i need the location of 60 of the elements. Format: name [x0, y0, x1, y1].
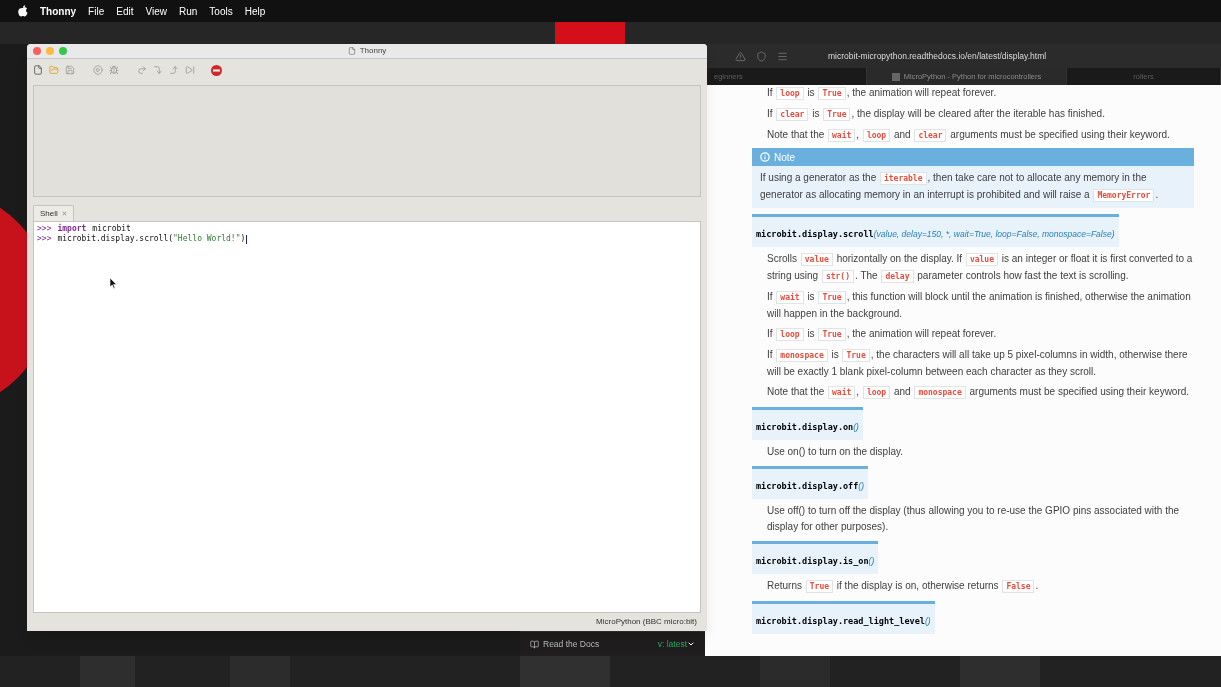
paragraph: Returns True if the display is on, otherwise returns False . — [766, 579, 1040, 595]
shield-icon[interactable] — [756, 50, 767, 62]
close-button[interactable] — [33, 47, 41, 55]
menu-item[interactable]: File — [88, 3, 105, 19]
book-icon — [530, 639, 539, 649]
function-signature: microbit.display.is_on() — [752, 541, 879, 574]
footer-label: Read the Docs — [543, 637, 600, 651]
apple-icon[interactable] — [18, 5, 28, 17]
paragraph: Note that the wait , loop and monospace arguments must be specified using their keyword. — [766, 385, 1191, 401]
window-title: Thonny — [359, 45, 387, 57]
status-text: MicroPython (BBC micro:bit) — [596, 616, 697, 628]
rtd-footer[interactable]: Read the Docs v: latest — [520, 632, 705, 656]
step-into-icon[interactable] — [153, 65, 163, 75]
menu-item[interactable]: Tools — [209, 3, 233, 19]
address-bar[interactable]: microbit-micropython.readthedocs.io/en/latest/display.html — [828, 49, 1047, 63]
note-title: Note — [774, 150, 796, 165]
step-over-icon[interactable] — [137, 65, 147, 75]
document-icon — [347, 47, 356, 55]
function-signature: microbit.display.scroll(value, delay=150, *, wait=True, loop=False, monospace=False) — [752, 214, 1119, 247]
menu-item[interactable]: View — [145, 3, 167, 19]
menu-item[interactable]: Run — [178, 3, 198, 19]
debug-icon[interactable] — [109, 65, 119, 75]
paragraph: Use off() to turn off the display (thus allowing you to re-use the GPIO pins associated with the display for other purposes). — [766, 504, 1181, 534]
info-icon — [760, 152, 770, 162]
paragraph: If monospace is True , the characters will all take up 5 pixel-columns in width, otherwise there will be exactly 1 blank pixel-column between each character as they scroll. — [766, 348, 1189, 379]
paragraph: If wait is True , this function will block until the animation is finished, otherwise the animation will happen in the background. — [766, 290, 1192, 321]
menu-item[interactable]: Help — [244, 3, 266, 19]
shell-line: >>> import microbit — [37, 224, 132, 234]
shell-line: >>> microbit.display.scroll("Hello World!") — [37, 234, 249, 244]
zoom-button[interactable] — [59, 47, 67, 55]
stop-icon[interactable] — [211, 64, 222, 76]
function-signature: microbit.display.off() — [752, 466, 869, 499]
note-text: If using a generator as the iterable , then take care not to allocate any memory in the generator as allocating memory in an interrupt is prohibited and will raise a MemoryError . — [759, 171, 1160, 204]
function-signature: microbit.display.read_light_level() — [752, 601, 935, 634]
paragraph: If loop is True , the animation will repeat forever. — [766, 327, 998, 343]
mouse-pointer-icon — [110, 278, 117, 289]
paragraph: Scrolls value horizontally on the display. If value is an integer or float it is first converted to a string using str() . The delay parameter controls how fast the text is scrolling. — [766, 252, 1194, 285]
app-menu[interactable]: Thonny — [40, 3, 77, 19]
shell-tab[interactable]: Shell — [33, 205, 74, 221]
step-out-icon[interactable] — [169, 65, 179, 75]
warning-icon[interactable] — [735, 50, 746, 62]
open-folder-icon[interactable] — [49, 65, 59, 75]
minimize-button[interactable] — [46, 47, 54, 55]
new-file-icon[interactable] — [33, 65, 43, 75]
paragraph: Use on() to turn on the display. — [766, 445, 904, 459]
function-signature: microbit.display.on() — [752, 407, 863, 440]
menu-item[interactable]: Edit — [116, 3, 134, 19]
favicon-icon — [891, 72, 900, 81]
paragraph: If loop is True , the animation will repeat forever. — [766, 86, 998, 102]
version-label: v: latest — [657, 637, 687, 651]
save-icon[interactable] — [65, 65, 75, 75]
shell-area[interactable]: >>> import microbit >>> microbit.display.scroll("Hello World!") — [33, 221, 701, 613]
caret-icon — [687, 640, 695, 648]
paragraph: If clear is True , the display will be cleared after the iterable has finished. — [766, 107, 1106, 123]
run-icon[interactable] — [93, 65, 103, 75]
text-cursor — [246, 234, 248, 244]
resume-icon[interactable] — [185, 65, 195, 75]
editor-area[interactable] — [33, 85, 701, 197]
reader-icon[interactable] — [777, 50, 788, 62]
paragraph: Note that the wait , loop and clear arguments must be specified using their keyword. — [766, 128, 1171, 144]
